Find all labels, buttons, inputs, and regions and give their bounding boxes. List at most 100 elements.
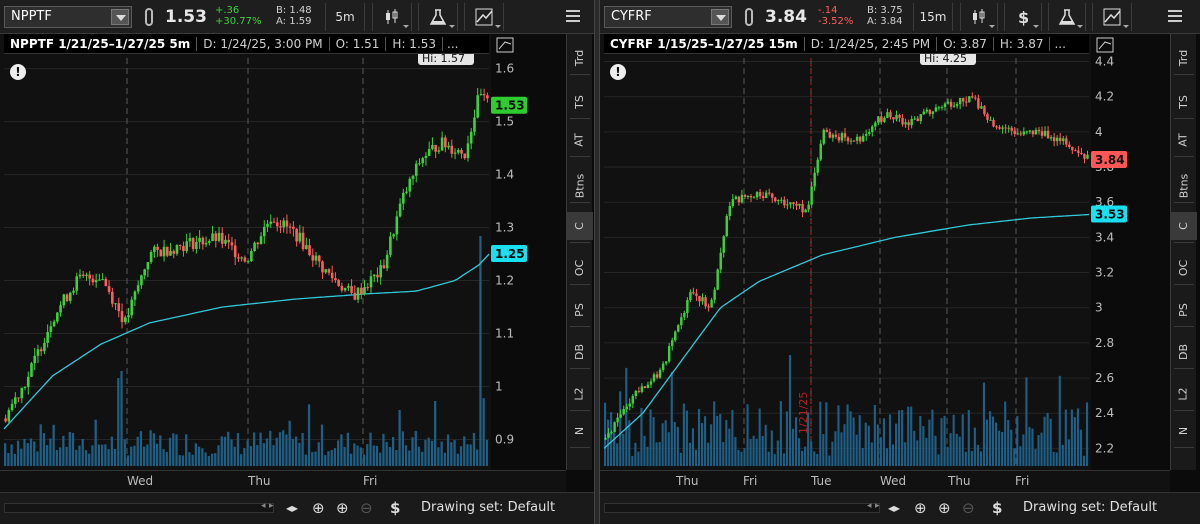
symbol-selector[interactable]: NPPTF xyxy=(4,6,132,28)
volume-bar xyxy=(55,449,58,466)
scroll-left-icon[interactable]: ◂ xyxy=(261,501,266,511)
candle-body xyxy=(931,111,935,114)
volume-bar xyxy=(359,447,362,466)
side-tab-trd[interactable]: Trd xyxy=(567,44,593,72)
volume-bar xyxy=(667,432,670,466)
volume-bar xyxy=(94,419,97,466)
side-tab-trd[interactable]: Trd xyxy=(1171,44,1197,72)
volume-bar xyxy=(749,439,752,466)
drawing-set-label[interactable]: Drawing set: Default xyxy=(1023,500,1157,515)
side-tab-n[interactable]: N xyxy=(1171,417,1197,445)
side-tab-n[interactable]: N xyxy=(567,417,593,445)
symbol-dropdown-icon[interactable] xyxy=(711,9,729,25)
candle-body xyxy=(211,233,214,242)
side-tab-db[interactable]: DB xyxy=(567,338,593,366)
candle-body xyxy=(117,303,121,312)
pan-arrows-icon[interactable]: ◂▸ xyxy=(888,501,900,515)
side-tab-oc[interactable]: OC xyxy=(1171,254,1197,282)
menu-icon[interactable] xyxy=(1168,10,1182,22)
horizontal-scrollbar[interactable]: ◂ ▸ xyxy=(4,501,274,513)
candle-body xyxy=(707,306,710,308)
side-tab-c[interactable]: C xyxy=(1171,212,1197,240)
volume-bar xyxy=(988,411,992,466)
crosshair-icon[interactable]: ⊕ xyxy=(914,499,927,517)
candle-body xyxy=(133,291,137,300)
candle-body xyxy=(453,152,457,154)
pan-arrows-icon[interactable]: ◂▸ xyxy=(286,501,298,515)
x-label-fri: Fri xyxy=(363,474,378,488)
side-tab-label: DB xyxy=(573,343,586,361)
chart-style-button[interactable] xyxy=(960,3,998,31)
dollar-icon[interactable]: $ xyxy=(992,499,1002,517)
header-more[interactable]: ... xyxy=(443,37,462,51)
side-tab-btns[interactable]: Btns xyxy=(1171,172,1197,200)
candle-body xyxy=(127,315,130,318)
drawing-set-label[interactable]: Drawing set: Default xyxy=(421,500,555,515)
candle-body xyxy=(208,241,211,243)
side-tab-ps[interactable]: PS xyxy=(1171,296,1197,324)
studies-button[interactable] xyxy=(418,3,458,31)
volume-bar xyxy=(133,445,136,466)
candle-body xyxy=(476,95,479,118)
interval-button[interactable]: 15m xyxy=(913,3,953,31)
zoom-out-icon[interactable]: ⊖ xyxy=(360,499,373,517)
side-tab-btns[interactable]: Btns xyxy=(567,172,593,200)
candle-body xyxy=(185,241,188,252)
side-tab-oc[interactable]: OC xyxy=(567,254,593,282)
change-pct: -3.52% xyxy=(818,16,854,27)
symbol-dropdown-icon[interactable] xyxy=(111,9,129,25)
scroll-left-icon[interactable]: ◂ xyxy=(867,501,872,511)
studies-button[interactable] xyxy=(1048,3,1086,31)
volume-bar xyxy=(1070,409,1073,466)
volume-bar xyxy=(1040,432,1043,466)
side-tab-l2[interactable]: L2 xyxy=(1171,380,1197,408)
side-tab-ts[interactable]: TS xyxy=(567,88,593,116)
candle-body xyxy=(140,275,143,286)
interval-button[interactable]: 5m xyxy=(325,3,365,31)
candle-body xyxy=(952,105,956,107)
side-tab-db[interactable]: DB xyxy=(1171,338,1197,366)
candle-body xyxy=(107,286,111,292)
side-tab-label: Trd xyxy=(572,49,586,67)
side-tab-label: AT xyxy=(572,133,586,147)
zoom-out-icon[interactable]: ⊖ xyxy=(962,499,975,517)
dollar-icon[interactable]: $ xyxy=(390,499,400,517)
price-type-button[interactable]: $ xyxy=(1004,3,1042,31)
side-tab-c[interactable]: C xyxy=(567,212,593,240)
side-tab-at[interactable]: AT xyxy=(1171,126,1197,154)
side-tab-l2[interactable]: L2 xyxy=(567,380,593,408)
volume-bar xyxy=(904,442,907,466)
side-tab-ts[interactable]: TS xyxy=(1171,88,1197,116)
drawings-button[interactable] xyxy=(1092,3,1132,31)
volume-bar xyxy=(210,453,214,466)
volume-bar xyxy=(143,446,146,466)
volume-bar xyxy=(779,401,782,466)
side-tab-ps[interactable]: PS xyxy=(567,296,593,324)
header-more[interactable]: ... xyxy=(1050,37,1069,51)
price-chart[interactable]: 4.44.243.83.63.43.232.82.62.42.21/21/25H… xyxy=(600,34,1127,470)
crosshair-icon[interactable]: ⊕ xyxy=(312,499,325,517)
zoom-in-icon[interactable]: ⊕ xyxy=(938,499,951,517)
scroll-right-icon[interactable]: ▸ xyxy=(269,501,274,511)
menu-icon[interactable] xyxy=(566,10,580,22)
symbol-selector[interactable]: CYFRF xyxy=(604,6,732,28)
volume-bar xyxy=(864,422,867,466)
side-tab-at[interactable]: AT xyxy=(567,126,593,154)
y-tick-label: 2.4 xyxy=(1095,406,1114,420)
drawings-button[interactable] xyxy=(464,3,504,31)
candle-body xyxy=(198,237,201,242)
alert-icon[interactable]: ! xyxy=(610,64,626,80)
volume-bar xyxy=(10,444,13,466)
scroll-right-icon[interactable]: ▸ xyxy=(875,501,880,511)
chart-style-button[interactable] xyxy=(372,3,412,31)
y-tick-label: 3.4 xyxy=(1095,230,1114,244)
volume-bar xyxy=(940,418,943,466)
price-chart[interactable]: 1.6 1.5 1.4 1.3 1.2 1.1 1 0.9 Hi: 1.57 1.53 1.25 xyxy=(0,34,527,470)
candle-body xyxy=(1010,127,1013,131)
link-icon[interactable] xyxy=(145,8,153,26)
alert-icon[interactable]: ! xyxy=(10,64,26,80)
horizontal-scrollbar[interactable]: ◂ ▸ xyxy=(604,501,880,513)
zoom-in-icon[interactable]: ⊕ xyxy=(336,499,349,517)
link-icon[interactable] xyxy=(745,8,753,26)
volume-bar xyxy=(482,398,485,466)
